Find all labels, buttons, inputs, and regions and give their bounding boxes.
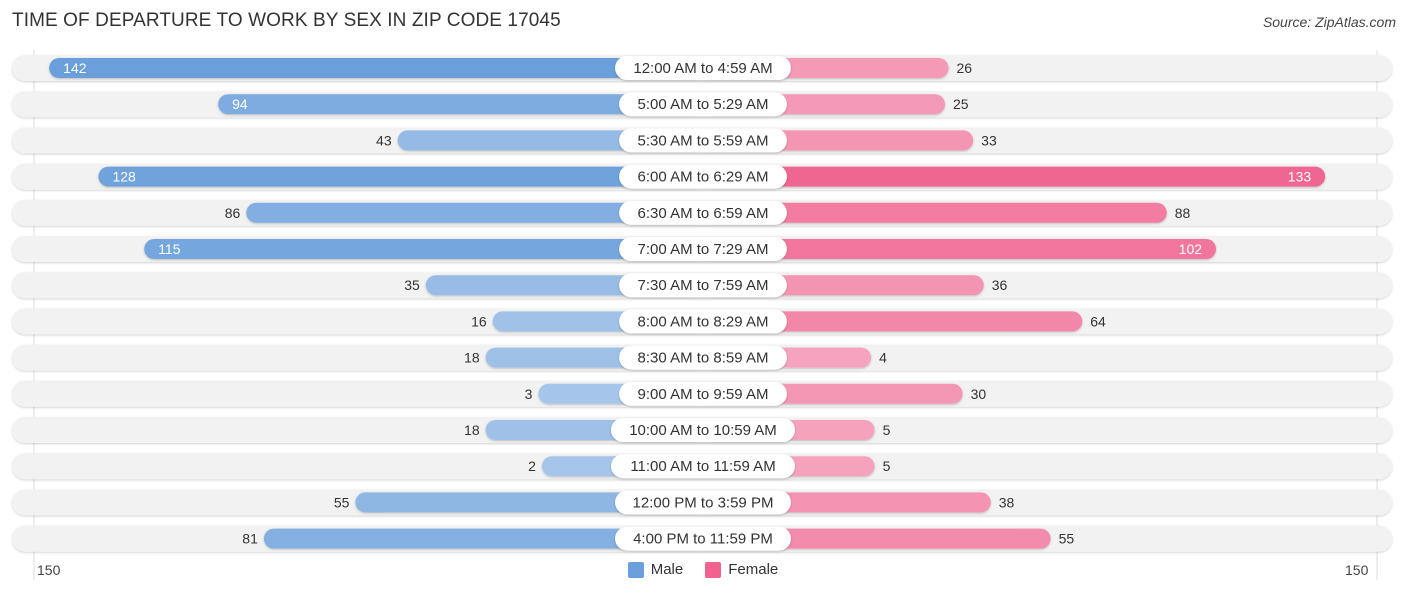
female-value-label: 5 <box>883 422 891 438</box>
male-value-label: 128 <box>112 169 136 185</box>
male-value-label: 35 <box>404 277 420 293</box>
legend-item-male[interactable]: Male <box>627 561 684 578</box>
female-value-label: 4 <box>879 350 887 366</box>
legend-item-female[interactable]: Female <box>705 561 778 578</box>
female-value-label: 25 <box>953 96 969 112</box>
category-label: 6:00 AM to 6:29 AM <box>638 169 769 186</box>
category-label: 8:00 AM to 8:29 AM <box>638 313 769 330</box>
female-value-label: 55 <box>1059 531 1075 547</box>
chart-row: 94 25 5:00 AM to 5:29 AM <box>12 91 1392 118</box>
male-value-label: 55 <box>334 494 350 510</box>
female-value-label: 33 <box>981 132 997 148</box>
legend-label-female: Female <box>728 561 779 578</box>
male-value-label: 43 <box>376 132 392 148</box>
category-label: 4:00 PM to 11:59 PM <box>633 531 773 548</box>
male-value-label: 115 <box>158 241 181 257</box>
chart-row: 128 133 6:00 AM to 6:29 AM <box>12 163 1392 190</box>
chart-row: 55 38 12:00 PM to 3:59 PM <box>12 489 1392 516</box>
male-value-label: 2 <box>528 458 536 474</box>
chart-row: 81 55 4:00 PM to 11:59 PM <box>12 525 1392 552</box>
category-label: 5:00 AM to 5:29 AM <box>638 96 769 113</box>
diverging-bar-chart: 142 2612:00 AM to 4:59 AM94 255:00 AM to 5… <box>12 50 1392 580</box>
chart-row: 115 102 7:00 AM to 7:29 AM <box>12 236 1392 262</box>
female-value-label: 38 <box>999 494 1015 510</box>
chart-row: 3 30 9:00 AM to 9:59 AM <box>12 380 1392 407</box>
male-bar <box>49 58 704 78</box>
female-value-label: 88 <box>1175 205 1191 221</box>
legend-label-male: Male <box>650 561 684 578</box>
chart-row: 43 33 5:30 AM to 5:59 AM <box>12 127 1392 154</box>
male-value-label: 3 <box>525 386 533 402</box>
female-value-label: 133 <box>1288 169 1312 185</box>
chart-row: 18 4 8:30 AM to 8:59 AM <box>12 344 1392 371</box>
category-label: 12:00 PM to 3:59 PM <box>633 494 774 511</box>
legend: Male Female <box>0 561 1406 578</box>
category-label: 9:00 AM to 9:59 AM <box>638 386 769 403</box>
female-value-label: 26 <box>957 60 973 76</box>
male-value-label: 16 <box>471 313 487 329</box>
male-value-label: 81 <box>242 531 258 547</box>
legend-swatch-male <box>627 561 644 578</box>
chart-row: 18 5 10:00 AM to 10:59 AM <box>12 417 1392 443</box>
male-value-label: 94 <box>232 96 248 112</box>
chart-row: 2 5 11:00 AM to 11:59 AM <box>12 453 1392 480</box>
category-label: 10:00 AM to 10:59 AM <box>629 422 777 439</box>
chart-row: 35 36 7:30 AM to 7:59 AM <box>12 272 1392 299</box>
female-bar <box>703 166 1326 187</box>
legend-swatch-female <box>705 561 722 578</box>
female-value-label: 30 <box>971 386 987 402</box>
category-label: 12:00 AM to 4:59 AM <box>633 60 772 77</box>
female-value-label: 36 <box>992 277 1008 293</box>
category-label: 8:30 AM to 8:59 AM <box>638 350 769 367</box>
female-value-label: 5 <box>883 458 891 474</box>
chart-row: 86 88 6:30 AM to 6:59 AM <box>12 199 1392 226</box>
female-value-label: 64 <box>1090 313 1106 329</box>
chart-row: 16 64 8:00 AM to 8:29 AM <box>12 308 1392 335</box>
chart-row: 142 26 12:00 AM to 4:59 AM <box>12 55 1392 81</box>
male-bar <box>98 166 703 187</box>
category-label: 11:00 AM to 11:59 AM <box>630 458 775 475</box>
category-label: 7:00 AM to 7:29 AM <box>638 241 769 258</box>
male-value-label: 18 <box>464 422 480 438</box>
category-label: 7:30 AM to 7:59 AM <box>638 277 769 294</box>
male-value-label: 18 <box>464 350 480 366</box>
category-label: 5:30 AM to 5:59 AM <box>638 132 769 149</box>
male-value-label: 86 <box>225 205 241 221</box>
category-label: 6:30 AM to 6:59 AM <box>638 205 769 222</box>
female-value-label: 102 <box>1179 241 1203 257</box>
male-value-label: 142 <box>63 60 87 76</box>
